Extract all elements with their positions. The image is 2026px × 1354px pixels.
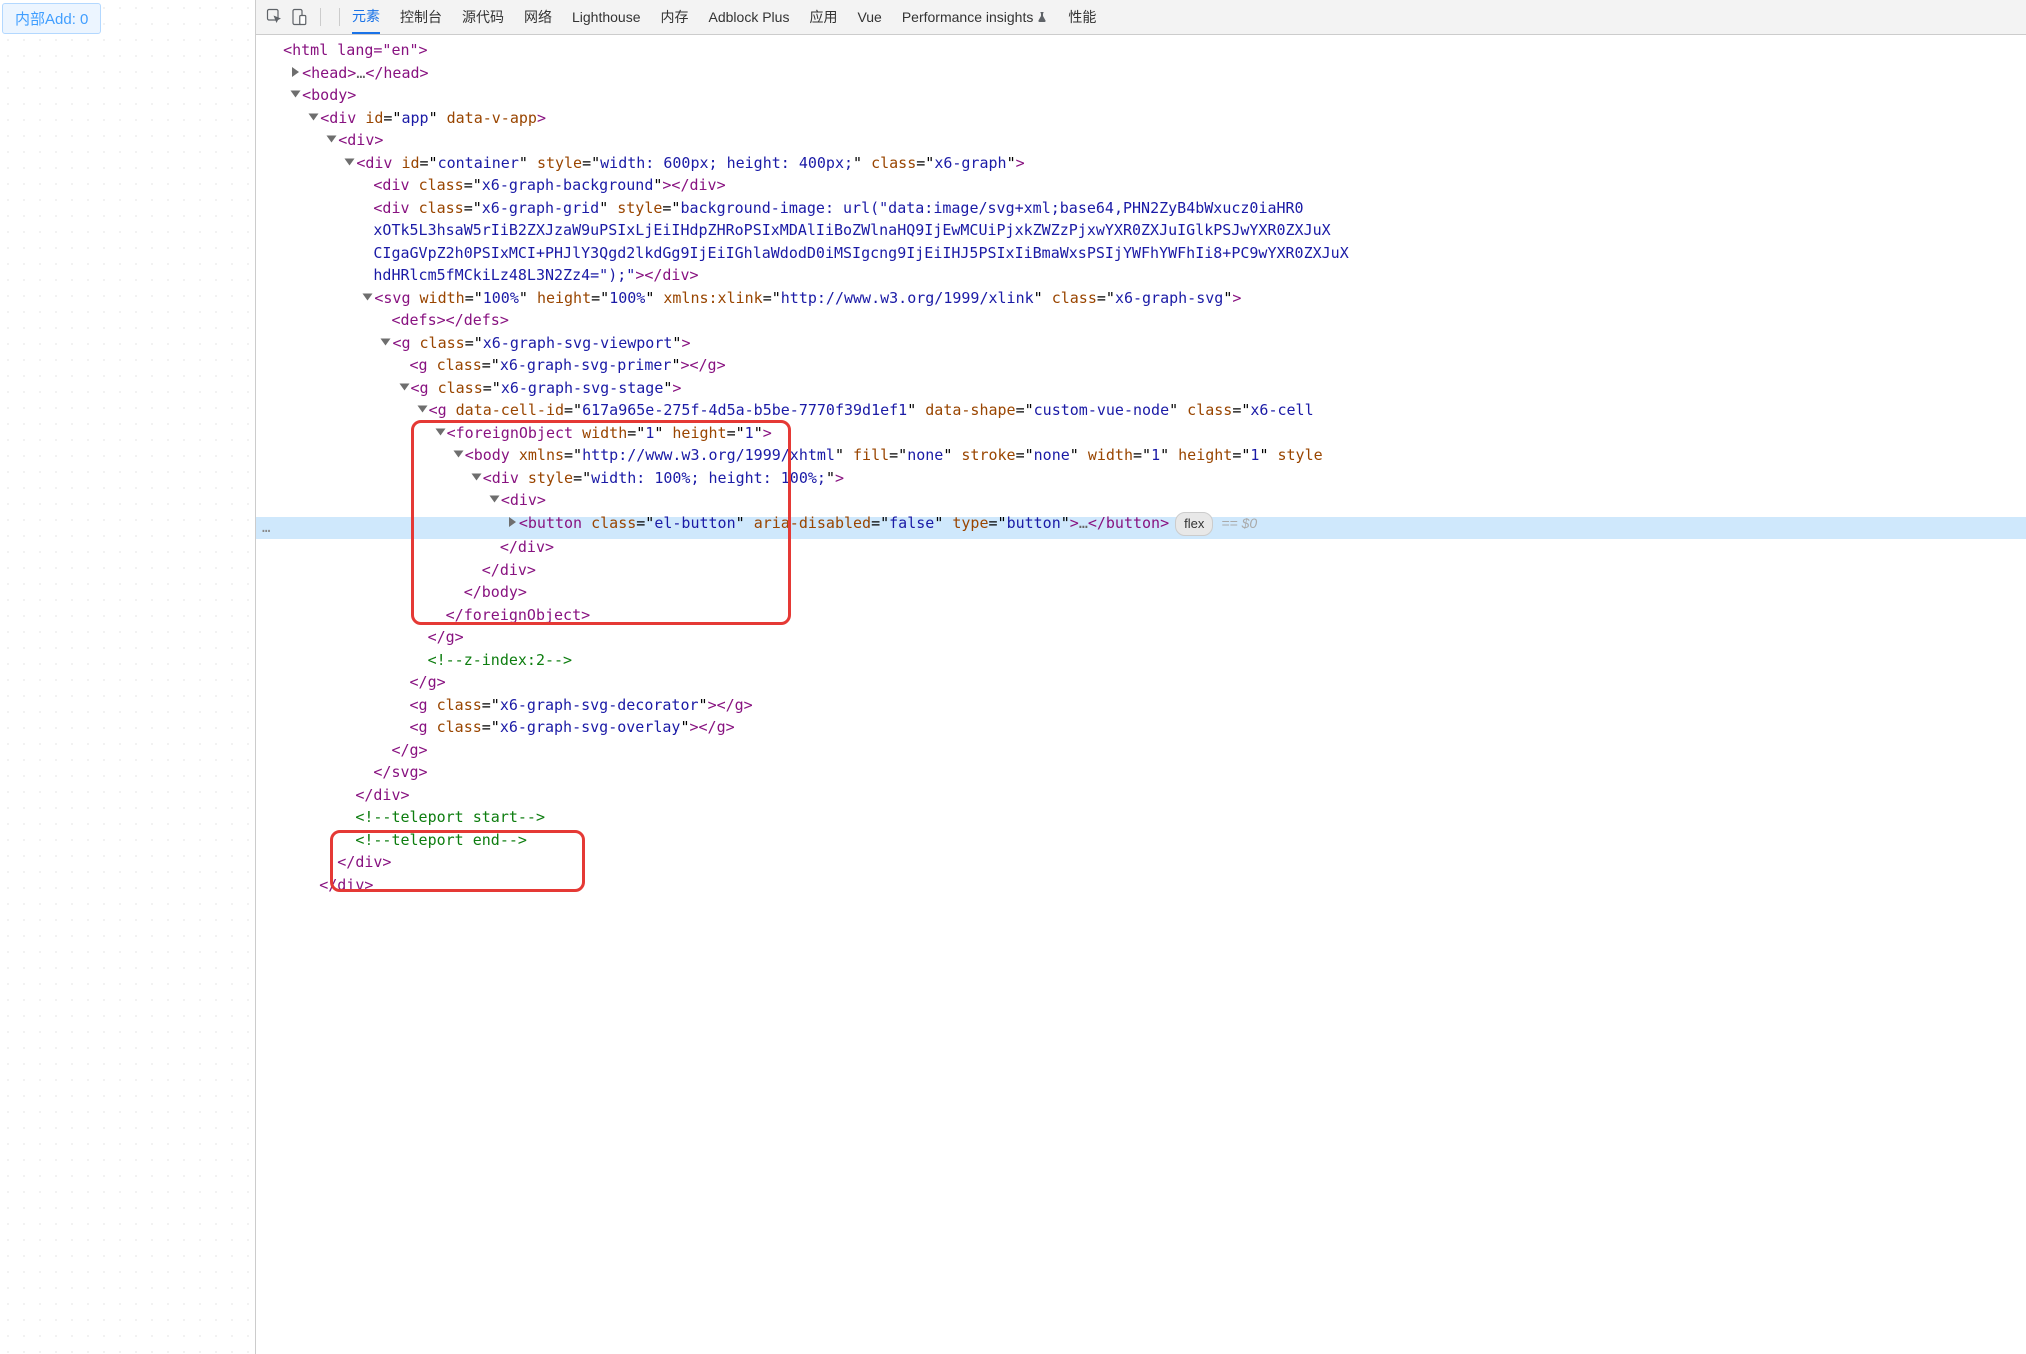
internal-add-button[interactable]: 内部Add: 0 <box>2 3 101 34</box>
dom-line[interactable]: <body xmlns="http://www.w3.org/1999/xhtm… <box>256 444 2026 467</box>
collapse-icon[interactable] <box>399 383 409 390</box>
collapse-icon[interactable] <box>345 158 355 165</box>
dom-line[interactable]: <div> <box>256 129 2026 152</box>
selected-line-gutter: … <box>262 517 270 540</box>
dom-line[interactable]: <div style="width: 100%; height: 100%;"> <box>256 467 2026 490</box>
dom-line[interactable]: <body> <box>256 84 2026 107</box>
device-toggle-icon[interactable] <box>290 8 308 26</box>
dom-line[interactable]: <g data-cell-id="617a965e-275f-4d5a-b5be… <box>256 399 2026 422</box>
dom-line[interactable]: <div class="x6-graph-background"></div> <box>256 174 2026 197</box>
dom-line[interactable]: </foreignObject> <box>256 604 2026 627</box>
dom-line[interactable]: <g class="x6-graph-svg-stage"> <box>256 377 2026 400</box>
dom-line[interactable]: <div class="x6-graph-grid" style="backgr… <box>256 197 2026 220</box>
flask-icon <box>1036 11 1048 23</box>
collapse-icon[interactable] <box>435 428 445 435</box>
dom-line[interactable]: xOTk5L3hsaW5rIiB2ZXJzaW9uPSIxLjEiIHdpZHR… <box>256 219 2026 242</box>
tab-adblock[interactable]: Adblock Plus <box>709 3 790 31</box>
tab-memory[interactable]: 内存 <box>661 1 689 33</box>
tab-network[interactable]: 网络 <box>524 1 552 33</box>
collapse-icon[interactable] <box>471 473 481 480</box>
dom-line[interactable]: <g class="x6-graph-svg-overlay"></g> <box>256 716 2026 739</box>
dom-line[interactable]: <svg width="100%" height="100%" xmlns:xl… <box>256 287 2026 310</box>
devtools-tabs: 元素 控制台 源代码 网络 Lighthouse 内存 Adblock Plus… <box>352 0 1096 34</box>
toolbar-separator <box>339 8 340 26</box>
tab-performance-insights[interactable]: Performance insights <box>902 3 1049 31</box>
dom-line[interactable]: <!--teleport start--> <box>256 806 2026 829</box>
collapse-icon[interactable] <box>309 113 319 120</box>
devtools-panel: 元素 控制台 源代码 网络 Lighthouse 内存 Adblock Plus… <box>256 0 2026 1354</box>
dom-line[interactable]: <html lang="en"> <box>256 39 2026 62</box>
dom-line[interactable]: <div> <box>256 489 2026 512</box>
dom-line[interactable]: </div> <box>256 874 2026 897</box>
expand-icon[interactable] <box>292 67 299 77</box>
dom-line[interactable]: </body> <box>256 581 2026 604</box>
tab-console[interactable]: 控制台 <box>400 1 442 33</box>
dom-line[interactable]: <head>…</head> <box>256 62 2026 85</box>
dom-line[interactable]: </div> <box>256 851 2026 874</box>
devtools-toolbar: 元素 控制台 源代码 网络 Lighthouse 内存 Adblock Plus… <box>256 0 2026 35</box>
page-preview-pane: 内部Add: 0 <box>0 0 256 1354</box>
dom-line[interactable]: </div> <box>256 559 2026 582</box>
collapse-icon[interactable] <box>363 293 373 300</box>
dom-line[interactable]: <!--teleport end--> <box>256 829 2026 852</box>
collapse-icon[interactable] <box>291 91 301 98</box>
toolbar-separator <box>320 8 321 26</box>
dom-line[interactable]: <g class="x6-graph-svg-primer"></g> <box>256 354 2026 377</box>
dom-tree[interactable]: … <html lang="en"> <head>…</head> <body>… <box>256 35 2026 1354</box>
dom-line[interactable]: </g> <box>256 671 2026 694</box>
dom-line[interactable]: </div> <box>256 784 2026 807</box>
dom-line[interactable]: <g class="x6-graph-svg-decorator"></g> <box>256 694 2026 717</box>
dom-line[interactable]: <button class="el-button" aria-disabled=… <box>256 512 2026 537</box>
flex-badge[interactable]: flex <box>1175 512 1213 537</box>
collapse-icon[interactable] <box>453 451 463 458</box>
tab-sources[interactable]: 源代码 <box>462 1 504 33</box>
dom-line[interactable]: hdHRlcm5fMCkiLz48L3N2Zz4=");"></div> <box>256 264 2026 287</box>
tab-elements[interactable]: 元素 <box>352 0 380 34</box>
dom-line[interactable]: CIgaGVpZ2h0PSIxMCI+PHJlY3Qgd2lkdGg9IjEiI… <box>256 242 2026 265</box>
inspect-icon[interactable] <box>266 8 284 26</box>
dom-line[interactable]: </svg> <box>256 761 2026 784</box>
tab-vue[interactable]: Vue <box>857 3 881 31</box>
tab-lighthouse[interactable]: Lighthouse <box>572 3 641 31</box>
dom-line[interactable]: </div> <box>256 536 2026 559</box>
tab-application[interactable]: 应用 <box>809 1 837 33</box>
dom-line[interactable]: <!--z-index:2--> <box>256 649 2026 672</box>
collapse-icon[interactable] <box>489 496 499 503</box>
dom-line[interactable]: <defs></defs> <box>256 309 2026 332</box>
dom-line[interactable]: <g class="x6-graph-svg-viewport"> <box>256 332 2026 355</box>
expand-icon[interactable] <box>509 517 516 527</box>
collapse-icon[interactable] <box>417 406 427 413</box>
dom-line[interactable]: <div id="container" style="width: 600px;… <box>256 152 2026 175</box>
dom-line[interactable]: <div id="app" data-v-app> <box>256 107 2026 130</box>
dom-line[interactable]: </g> <box>256 626 2026 649</box>
collapse-icon[interactable] <box>381 338 391 345</box>
dom-line[interactable]: </g> <box>256 739 2026 762</box>
tab-performance[interactable]: 性能 <box>1068 1 1096 33</box>
dom-line[interactable]: <foreignObject width="1" height="1"> <box>256 422 2026 445</box>
collapse-icon[interactable] <box>327 136 337 143</box>
